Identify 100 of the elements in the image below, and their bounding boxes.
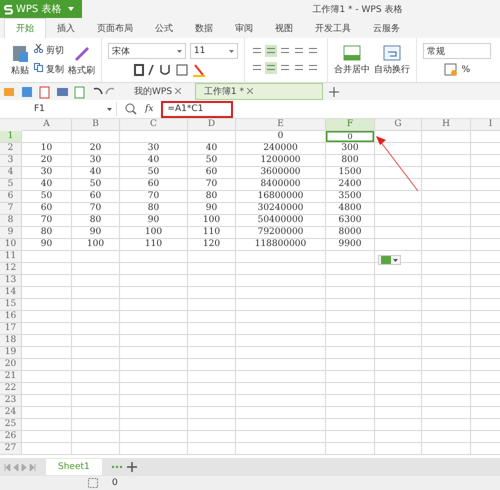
row-header[interactable]: 14: [0, 287, 22, 299]
cut-button[interactable]: 剪切: [34, 44, 64, 57]
logo-icon: [4, 4, 13, 14]
row-header[interactable]: 1: [0, 131, 22, 143]
row-header[interactable]: 3: [0, 155, 22, 167]
row-header[interactable]: 12: [0, 263, 22, 275]
column-header[interactable]: I: [471, 119, 500, 131]
empty-cell: [188, 371, 236, 383]
table-cell: 240000: [236, 143, 326, 155]
caret-icon: [68, 7, 74, 11]
row-header[interactable]: 6: [0, 191, 22, 203]
paste-options-button[interactable]: [378, 255, 401, 265]
ribbon-tab[interactable]: 公式: [144, 19, 184, 38]
empty-cell: [375, 239, 422, 251]
copy-button[interactable]: 复制: [34, 63, 64, 76]
row-header[interactable]: 2: [0, 143, 22, 155]
empty-cell: [120, 431, 188, 443]
app-menu-button[interactable]: WPS 表格: [0, 0, 82, 18]
table-cell: 90: [72, 227, 120, 239]
ribbon-tab[interactable]: 视图: [264, 19, 304, 38]
row-header[interactable]: 17: [0, 323, 22, 335]
column-header[interactable]: E: [236, 119, 326, 131]
empty-cell: [375, 443, 422, 455]
column-header[interactable]: F: [326, 119, 375, 131]
ribbon-tab[interactable]: 数据: [184, 19, 224, 38]
row-header[interactable]: 23: [0, 395, 22, 407]
row-header[interactable]: 22: [0, 383, 22, 395]
column-header[interactable]: A: [22, 119, 72, 131]
column-header[interactable]: H: [422, 119, 471, 131]
empty-cell: [375, 395, 422, 407]
empty-cell: [422, 347, 471, 359]
ribbon-tab[interactable]: 开发工具: [304, 19, 362, 38]
format-painter-button[interactable]: 格式刷: [68, 43, 95, 77]
row-header[interactable]: 25: [0, 419, 22, 431]
column-header[interactable]: C: [120, 119, 188, 131]
empty-cell: [422, 251, 471, 263]
empty-cell: [375, 191, 422, 203]
row-header[interactable]: 9: [0, 227, 22, 239]
wrap-text-button[interactable]: 自动换行: [374, 44, 410, 76]
close-icon[interactable]: [246, 88, 253, 94]
empty-cell: [422, 299, 471, 311]
ribbon-tab[interactable]: 审阅: [224, 19, 264, 38]
table-cell: 10: [22, 143, 72, 155]
percent-button[interactable]: %: [462, 65, 470, 75]
empty-cell: [422, 287, 471, 299]
merge-button[interactable]: 合并居中: [334, 44, 370, 76]
row-header[interactable]: 18: [0, 335, 22, 347]
empty-cell: [375, 287, 422, 299]
row-header[interactable]: 24: [0, 407, 22, 419]
row-header[interactable]: 10: [0, 239, 22, 251]
empty-cell: [188, 407, 236, 419]
close-icon[interactable]: [174, 88, 181, 94]
document-tab[interactable]: 我的WPS: [126, 84, 189, 99]
paste-button[interactable]: 粘贴: [10, 43, 30, 77]
formula-field[interactable]: =A1*C1: [161, 100, 234, 118]
empty-cell: [188, 383, 236, 395]
empty-cell: [72, 419, 120, 431]
row-header[interactable]: 15: [0, 299, 22, 311]
row-header[interactable]: 20: [0, 359, 22, 371]
row-header[interactable]: 19: [0, 347, 22, 359]
zoom-icon[interactable]: [125, 103, 137, 115]
empty-cell: [120, 407, 188, 419]
empty-cell: [120, 299, 188, 311]
font-size-select[interactable]: 11: [190, 43, 238, 59]
name-box[interactable]: F1: [30, 102, 117, 116]
empty-cell: [422, 263, 471, 275]
add-tab-icon[interactable]: [328, 86, 339, 96]
row-header[interactable]: 8: [0, 215, 22, 227]
ribbon-tab[interactable]: 页面布局: [86, 19, 144, 38]
table-cell: 50: [72, 179, 120, 191]
ribbon-tab[interactable]: 云服务: [362, 19, 411, 38]
empty-cell: [188, 251, 236, 263]
caret-icon: [176, 50, 182, 52]
column-header[interactable]: B: [72, 119, 120, 131]
caret-icon: [107, 108, 112, 110]
row-header[interactable]: 7: [0, 203, 22, 215]
row-header[interactable]: 16: [0, 311, 22, 323]
empty-cell: [375, 371, 422, 383]
empty-cell: [326, 299, 375, 311]
empty-cell: [375, 203, 422, 215]
row-header[interactable]: 11: [0, 251, 22, 263]
ribbon-tab[interactable]: 插入: [46, 19, 86, 38]
table-cell: 1500: [326, 167, 375, 179]
sheet-tab[interactable]: Sheet1: [46, 459, 102, 475]
document-tab[interactable]: 工作簿1 *: [194, 83, 323, 100]
table-cell: 2400: [326, 179, 375, 191]
column-header[interactable]: G: [375, 119, 422, 131]
row-header[interactable]: 26: [0, 431, 22, 443]
row-header[interactable]: 13: [0, 275, 22, 287]
function-label[interactable]: fx: [145, 104, 154, 114]
row-header[interactable]: 5: [0, 179, 22, 191]
add-sheet-icon[interactable]: [110, 462, 138, 472]
column-header[interactable]: D: [188, 119, 236, 131]
row-header[interactable]: 21: [0, 371, 22, 383]
row-header[interactable]: 4: [0, 167, 22, 179]
row-header[interactable]: 27: [0, 443, 22, 455]
table-cell: 3600000: [236, 167, 326, 179]
number-format-select[interactable]: 常规: [422, 43, 491, 59]
ribbon-tab[interactable]: 开始: [4, 18, 46, 38]
font-select[interactable]: 宋体: [108, 43, 186, 59]
